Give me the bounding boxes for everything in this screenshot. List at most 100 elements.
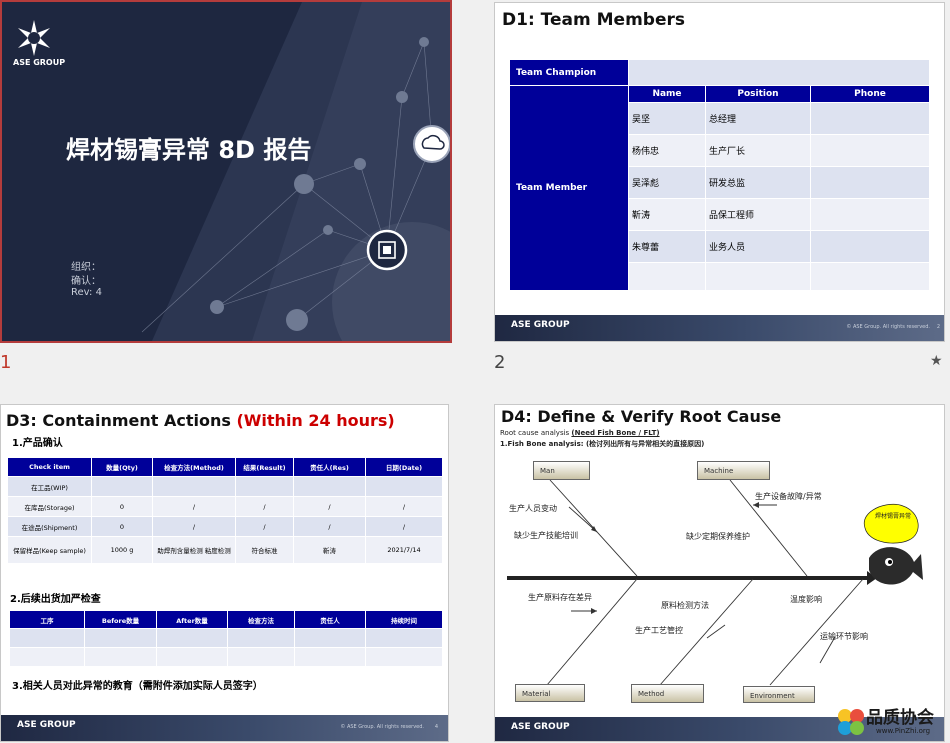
title-main: D3: Containment Actions xyxy=(6,411,231,430)
footer-brand: ASE GROUP xyxy=(511,722,570,732)
meta-rev: Rev: 4 xyxy=(71,287,102,298)
slide-title: 焊材锡膏异常 8D 报告 xyxy=(66,136,312,164)
member-phone xyxy=(809,134,931,167)
header-result: 结果(Result) xyxy=(235,457,294,477)
cell xyxy=(235,476,294,497)
footer-page-number: 4 xyxy=(434,724,438,730)
member-phone xyxy=(809,230,931,263)
slide-thumbnail-1[interactable]: ASE GROUP 焊材锡膏异常 8D 报告 组织： 确认： Rev: 4 xyxy=(0,0,452,343)
cause-staff-change: 生产人员变动 xyxy=(509,504,557,513)
cell: / xyxy=(365,516,443,537)
cause-material-test-method: 原料检测方法 xyxy=(661,601,709,610)
header-duration: 持续时间 xyxy=(365,610,443,629)
header-inspection-method: 检查方法 xyxy=(227,610,295,629)
section-staff-education: 3.相关人员对此异常的教育（需附件添加实际人员签字） xyxy=(12,681,263,692)
fishbone-box-environment: Environment xyxy=(743,686,815,703)
cell: 在工品(WIP) xyxy=(7,476,92,497)
member-name: 朱尊蕾 xyxy=(628,230,706,263)
member-name xyxy=(628,262,706,291)
member-position: 生产厂长 xyxy=(705,134,811,167)
slide-footer: ASE GROUP © ASE Group. All rights reserv… xyxy=(1,715,448,741)
cell: 助焊剂含量检测 粘度检测 xyxy=(152,536,236,564)
slide-number-2: 2 xyxy=(494,352,506,373)
cell xyxy=(294,628,366,648)
fishbone-box-man: Man xyxy=(533,461,590,480)
watermark-url: www.PinZhi.org xyxy=(876,727,931,735)
header-qty: 数量(Qty) xyxy=(91,457,153,477)
star-icon[interactable]: ★ xyxy=(930,353,943,369)
cell xyxy=(365,628,443,648)
member-phone xyxy=(809,262,931,291)
section-product-confirm: 1.产品确认 xyxy=(12,438,63,449)
header-position: Position xyxy=(705,85,811,103)
fishbone-box-method: Method xyxy=(631,684,704,703)
cell: 保留样品(Keep sample) xyxy=(7,536,92,564)
cell xyxy=(156,647,228,667)
cell xyxy=(84,647,157,667)
team-champion-label: Team Champion xyxy=(509,59,629,86)
fish-head-text: 焊材锡膏异常 xyxy=(875,512,911,520)
cell: / xyxy=(152,496,236,517)
cell: / xyxy=(365,496,443,517)
cause-lack-maintenance: 缺少定期保养维护 xyxy=(686,532,750,541)
header-before-qty: Before数量 xyxy=(84,610,157,629)
member-position: 业务人员 xyxy=(705,230,811,263)
slide-thumbnail-4[interactable]: D4: Define & Verify Root Cause Root caus… xyxy=(494,404,945,742)
shipping-table: 工序 Before数量 After数量 检查方法 责任人 持续时间 xyxy=(9,610,443,667)
header-phone: Phone xyxy=(809,85,931,103)
cell: 0 xyxy=(91,516,153,537)
footer-copyright: © ASE Group. All rights reserved. xyxy=(340,724,424,730)
cell xyxy=(84,628,157,648)
member-position: 研发总监 xyxy=(705,166,811,199)
cause-lack-training: 缺少生产技能培训 xyxy=(514,531,578,540)
cell xyxy=(293,476,366,497)
ase-logo-icon xyxy=(16,20,52,56)
meta-org: 组织： xyxy=(71,262,101,273)
cell: / xyxy=(293,516,366,537)
cell: 1000 g xyxy=(91,536,153,564)
member-name: 吴泽彪 xyxy=(628,166,706,199)
slide-number-1: 1 xyxy=(0,352,12,373)
footer-brand: ASE GROUP xyxy=(511,320,570,330)
slide-thumbnail-2[interactable]: D1: Team Members Team Champion Team Memb… xyxy=(494,2,945,342)
member-name: 杨伟忠 xyxy=(628,134,706,167)
network-background xyxy=(141,2,450,341)
member-phone xyxy=(809,198,931,231)
member-position: 品保工程师 xyxy=(705,198,811,231)
cause-temperature: 温度影响 xyxy=(790,595,822,604)
cell xyxy=(91,476,153,497)
brand-name: ASE GROUP xyxy=(13,58,66,67)
cell xyxy=(152,476,236,497)
header-check-item: Check item xyxy=(7,457,92,477)
watermark-text: 品质协会 xyxy=(866,708,934,728)
cell: / xyxy=(235,496,294,517)
team-table: Team Champion Team Member Name Position … xyxy=(509,59,931,291)
cause-transport: 运输环节影响 xyxy=(820,632,868,641)
footer-page-number: 2 xyxy=(936,324,940,330)
cell xyxy=(156,628,228,648)
slide-thumbnail-3[interactable]: D3: Containment Actions (Within 24 hours… xyxy=(0,404,449,742)
footer-brand: ASE GROUP xyxy=(17,720,76,730)
watermark-pinwheel-icon xyxy=(838,709,864,735)
member-phone xyxy=(809,102,931,135)
section-shipping-inspection: 2.后续出货加严检查 xyxy=(10,594,101,605)
cell xyxy=(9,628,85,648)
cause-material-variance: 生产原料存在差异 xyxy=(528,593,592,602)
fishbone-box-material: Material xyxy=(515,684,585,702)
containment-table: Check item 数量(Qty) 检查方法(Method) 结果(Resul… xyxy=(7,457,443,564)
team-member-label: Team Member xyxy=(509,85,629,291)
cell xyxy=(227,647,295,667)
cell: 在途品(Shipment) xyxy=(7,516,92,537)
team-champion-value xyxy=(627,59,931,86)
cell: 2021/7/14 xyxy=(365,536,443,564)
cell xyxy=(227,628,295,648)
member-phone xyxy=(809,166,931,199)
cell: 符合标准 xyxy=(235,536,294,564)
header-method: 检查方法(Method) xyxy=(152,457,236,477)
fish-head-icon: 焊材锡膏异常 xyxy=(863,503,923,585)
cell xyxy=(365,476,443,497)
header-owner: 责任人 xyxy=(294,610,366,629)
fishbone-box-machine: Machine xyxy=(697,461,770,480)
cause-equipment-failure: 生产设备故障/异常 xyxy=(755,492,822,501)
member-position: 总经理 xyxy=(705,102,811,135)
